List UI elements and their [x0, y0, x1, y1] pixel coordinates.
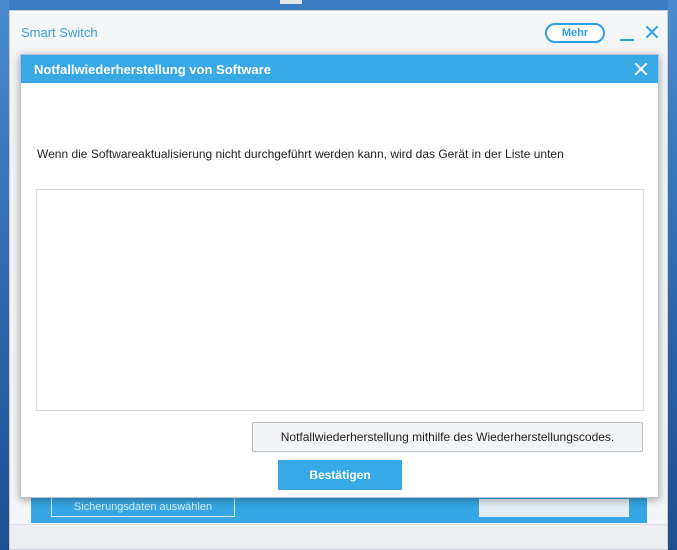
close-icon[interactable] [643, 23, 661, 41]
background-right-button[interactable] [479, 499, 629, 517]
emergency-recovery-dialog: Notfallwiederherstellung von Software We… [20, 54, 659, 498]
app-title: Smart Switch [21, 25, 98, 40]
recovery-code-button[interactable]: Notfallwiederherstellung mithilfe des Wi… [252, 422, 643, 452]
device-list[interactable] [36, 189, 644, 411]
dialog-close-icon[interactable] [633, 61, 649, 77]
more-button[interactable]: Mehr [545, 23, 605, 43]
select-backup-button[interactable]: Sicherungsdaten auswählen [51, 497, 235, 517]
desktop-item [280, 0, 302, 4]
confirm-button[interactable]: Bestätigen [278, 460, 402, 490]
dialog-message: Wenn die Softwareaktualisierung nicht du… [37, 147, 564, 161]
desktop-right-edge [668, 0, 677, 550]
window-bottom-strip [10, 524, 667, 549]
desktop-top-edge [0, 0, 677, 10]
minimize-icon[interactable] [618, 25, 636, 43]
dialog-header: Notfallwiederherstellung von Software [21, 55, 658, 83]
dialog-title: Notfallwiederherstellung von Software [34, 62, 271, 77]
desktop-left-edge [0, 0, 9, 550]
